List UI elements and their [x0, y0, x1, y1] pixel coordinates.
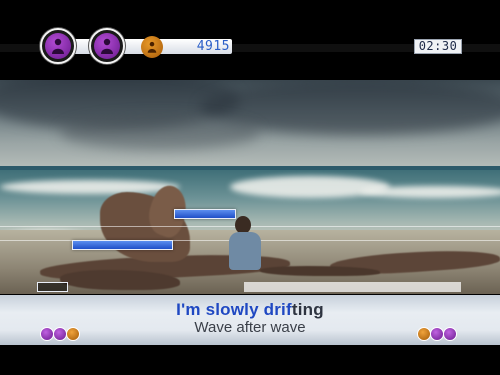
lyric-unsung-part: ting — [291, 300, 324, 319]
pitch-note-bar — [72, 240, 173, 250]
mini-player-2-icon — [53, 327, 67, 341]
driftwood-log-mid — [260, 266, 380, 276]
left-player-tokens — [40, 327, 80, 341]
score-readout: 4915 — [196, 39, 230, 54]
pitch-note-upcoming — [244, 282, 461, 292]
player-1-token-icon — [40, 28, 76, 64]
lyric-sung-part: I'm slowly drif — [176, 300, 292, 319]
right-player-tokens — [417, 327, 457, 341]
mini-player-1-icon — [430, 327, 444, 341]
wave-foam — [360, 186, 500, 198]
current-lyric-line: I'm slowly drifting — [0, 300, 500, 320]
pitch-note-bar — [174, 209, 236, 219]
top-hud: 4915 02:30 — [0, 0, 500, 80]
mini-player-2-icon — [443, 327, 457, 341]
mini-player-3-icon — [66, 327, 80, 341]
singer-figure-body — [229, 232, 261, 270]
mini-player-1-icon — [40, 327, 54, 341]
mini-player-3-icon — [417, 327, 431, 341]
bottom-letterbox — [0, 345, 500, 375]
song-timer: 02:30 — [414, 39, 462, 54]
player-2-token-icon — [89, 28, 125, 64]
cloud — [60, 115, 260, 150]
pitch-note-empty — [37, 282, 68, 292]
player-3-token-icon — [141, 36, 163, 58]
wave-foam — [0, 180, 180, 194]
wave-foam — [230, 176, 390, 198]
